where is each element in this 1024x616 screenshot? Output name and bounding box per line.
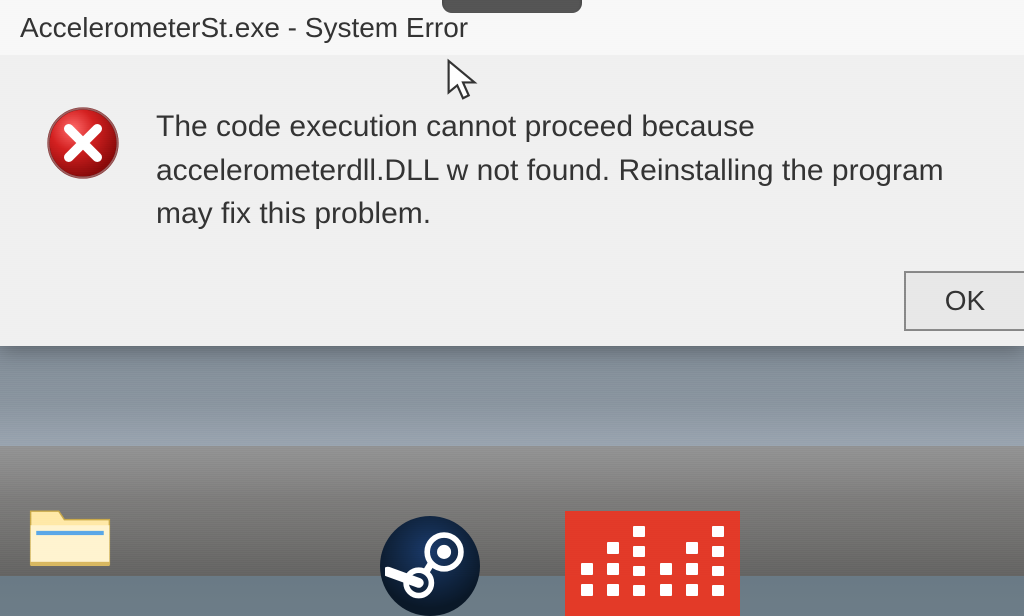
dialog-body: The code execution cannot proceed becaus… <box>0 55 1024 256</box>
webcam-notch <box>442 0 582 13</box>
eq-bar <box>607 526 619 596</box>
taskbar <box>0 496 1024 576</box>
eq-bar <box>581 526 593 596</box>
eq-bar <box>712 526 724 596</box>
error-dialog: AccelerometerSt.exe - System Error The c… <box>0 0 1024 346</box>
ok-button[interactable]: OK <box>904 271 1024 331</box>
dialog-title: AccelerometerSt.exe - System Error <box>20 12 468 44</box>
eq-bar <box>633 526 645 596</box>
error-icon <box>45 105 121 181</box>
file-explorer-icon[interactable] <box>25 499 110 584</box>
dialog-button-row: OK <box>904 271 1024 331</box>
dialog-titlebar[interactable]: AccelerometerSt.exe - System Error <box>0 0 1024 55</box>
eq-bar <box>686 526 698 596</box>
error-message: The code execution cannot proceed becaus… <box>156 100 994 236</box>
steam-icon[interactable] <box>380 516 480 616</box>
eq-bar <box>660 526 672 596</box>
equalizer-icon[interactable] <box>565 511 740 616</box>
